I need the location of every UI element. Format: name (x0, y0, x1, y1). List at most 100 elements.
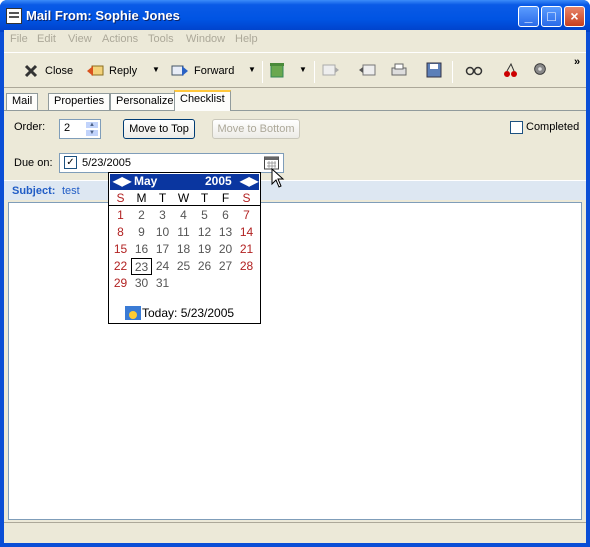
menu-edit[interactable]: Edit (37, 33, 56, 45)
today-label: Today: 5/23/2005 (142, 306, 235, 320)
due-date-field[interactable]: ✓ 5/23/2005 (59, 153, 284, 173)
menu-view[interactable]: View (68, 33, 92, 45)
subject-label: Subject: (12, 185, 56, 197)
today-sun-icon (125, 306, 141, 320)
calendar-day[interactable]: 27 (215, 258, 236, 275)
title-bar[interactable]: Mail From: Sophie Jones _ □ × (0, 0, 590, 32)
menu-bar: File Edit View Actions Tools Window Help (4, 30, 586, 50)
menu-window[interactable]: Window (186, 33, 225, 45)
calendar-header: ◀ ▶ May 2005 ◀ ▶ (110, 174, 259, 190)
prev-month-arrow-icon[interactable]: ◀ (113, 174, 122, 188)
calendar-day[interactable]: 16 (131, 241, 152, 258)
tab-mail[interactable]: Mail (6, 93, 39, 110)
toolbar-overflow-chevron-icon[interactable]: » (574, 56, 580, 68)
calendar-day[interactable]: 1 (110, 207, 131, 224)
toolbar-separator (262, 61, 263, 83)
calendar-day[interactable]: 14 (236, 224, 257, 241)
close-tool-button[interactable]: Close (22, 60, 73, 82)
calendar-day[interactable]: 4 (173, 207, 194, 224)
move-to-bottom-button[interactable]: Move to Bottom (212, 119, 300, 139)
maximize-button[interactable]: □ (541, 6, 562, 27)
calendar-day[interactable]: 2 (131, 207, 152, 224)
tab-checklist[interactable]: Checklist (174, 90, 231, 111)
delete-dropdown-arrow-icon[interactable]: ▼ (299, 65, 307, 74)
prev-year-arrow-icon[interactable]: ◀ (240, 174, 249, 188)
calendar-day[interactable]: 19 (194, 241, 215, 258)
weekday-fri: F (221, 191, 230, 205)
calendar-day[interactable]: 3 (152, 207, 173, 224)
message-body[interactable] (8, 202, 582, 520)
calendar-day[interactable]: 24 (152, 258, 173, 275)
due-on-label: Due on: (14, 157, 53, 169)
next-message-icon[interactable] (358, 62, 376, 78)
calendar-day[interactable]: 30 (131, 275, 152, 292)
move-to-top-button[interactable]: Move to Top (123, 119, 195, 139)
forward-button[interactable]: Forward (171, 60, 234, 82)
category-cherries-icon[interactable] (501, 62, 519, 78)
today-footer[interactable]: Today: 5/23/2005 (109, 304, 260, 322)
close-window-button[interactable]: × (564, 6, 585, 27)
due-date-value: 5/23/2005 (82, 157, 131, 169)
menu-tools[interactable]: Tools (148, 33, 174, 45)
subject-bar: Subject: test (4, 180, 586, 200)
calendar-day[interactable]: 8 (110, 224, 131, 241)
previous-message-icon[interactable] (322, 62, 340, 78)
save-icon[interactable] (425, 62, 443, 78)
calendar-day[interactable]: 21 (236, 241, 257, 258)
calendar-day[interactable]: 25 (173, 258, 194, 275)
read-glasses-icon[interactable] (465, 63, 483, 79)
calendar-day[interactable]: 15 (110, 241, 131, 258)
delete-trash-icon[interactable] (268, 62, 286, 78)
subject-value: test (62, 185, 80, 197)
mail-window-icon (6, 8, 22, 24)
calendar-day[interactable]: 22 (110, 258, 131, 275)
due-date-checkbox[interactable]: ✓ (64, 156, 77, 169)
calendar-day[interactable]: 29 (110, 275, 131, 292)
reply-button[interactable]: Reply (86, 60, 137, 82)
weekday-tue: T (158, 191, 167, 205)
calendar-month[interactable]: May (134, 174, 157, 188)
checklist-panel: Order: 2 ▲ ▼ Move to Top Move to Bottom … (4, 110, 586, 180)
calendar-day[interactable]: 28 (236, 258, 257, 275)
calendar-day[interactable]: 7 (236, 207, 257, 224)
calendar-day[interactable]: 18 (173, 241, 194, 258)
calendar-day[interactable]: 9 (131, 224, 152, 241)
order-spinner[interactable]: 2 ▲ ▼ (59, 119, 101, 139)
calendar-year[interactable]: 2005 (205, 174, 232, 188)
menu-file[interactable]: File (10, 33, 28, 45)
forward-dropdown-arrow-icon[interactable]: ▼ (248, 65, 256, 74)
calendar-day[interactable]: 13 (215, 224, 236, 241)
tab-personalize[interactable]: Personalize (110, 93, 180, 110)
menu-help[interactable]: Help (235, 33, 258, 45)
calendar-day[interactable]: 20 (215, 241, 236, 258)
calendar-day[interactable]: 17 (152, 241, 173, 258)
weekday-wed: W (177, 191, 190, 205)
calendar-day[interactable]: 5 (194, 207, 215, 224)
weekday-thu: T (200, 191, 209, 205)
close-x-icon (24, 64, 38, 78)
calendar-day[interactable]: 6 (215, 207, 236, 224)
next-year-arrow-icon[interactable]: ▶ (249, 174, 258, 188)
calendar-day-selected[interactable]: 23 (131, 258, 152, 275)
tab-properties[interactable]: Properties (48, 93, 111, 110)
order-label: Order: (14, 121, 46, 133)
order-value: 2 (64, 122, 71, 134)
next-month-arrow-icon[interactable]: ▶ (122, 174, 131, 188)
calendar-day[interactable]: 10 (152, 224, 173, 241)
reply-dropdown-arrow-icon[interactable]: ▼ (152, 65, 160, 74)
weekday-sat: S (242, 191, 251, 205)
calendar-day[interactable]: 31 (152, 275, 173, 292)
completed-checkbox[interactable] (510, 121, 523, 134)
calendar-day[interactable]: 12 (194, 224, 215, 241)
settings-gear-icon[interactable] (531, 61, 549, 77)
calendar-day[interactable]: 11 (173, 224, 194, 241)
close-tool-label: Close (45, 65, 74, 77)
toolbar: Close Reply ▼ Forward ▼ ▼ » (4, 52, 586, 88)
print-icon[interactable] (390, 62, 408, 78)
calendar-day[interactable]: 26 (194, 258, 215, 275)
spin-down-icon[interactable]: ▼ (85, 129, 99, 137)
spin-up-icon[interactable]: ▲ (85, 121, 99, 129)
reply-label: Reply (109, 65, 138, 77)
menu-actions[interactable]: Actions (102, 33, 138, 45)
minimize-button[interactable]: _ (518, 6, 539, 27)
